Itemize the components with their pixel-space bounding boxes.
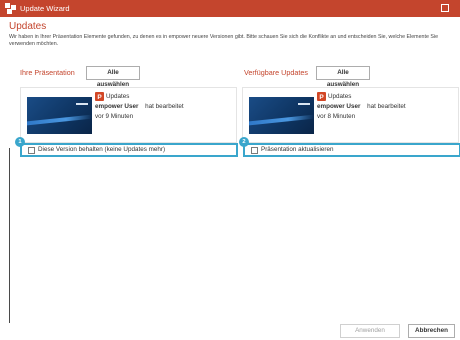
update-presentation-checkbox[interactable] xyxy=(251,147,258,154)
doc-title: Updates xyxy=(106,93,130,100)
left-panel-label: Ihre Präsentation xyxy=(20,68,75,77)
update-presentation-label: Präsentation aktualisieren xyxy=(261,146,334,153)
step-badge-1: 1 xyxy=(15,137,25,147)
doc-title: Updates xyxy=(328,93,352,100)
left-select-all-button[interactable]: Alle auswählen xyxy=(86,66,140,88)
edit-info: empower User hat bearbeitet xyxy=(317,102,406,111)
powerpoint-file-icon: P xyxy=(95,92,104,101)
slide-thumbnail xyxy=(27,97,92,134)
left-version-card[interactable]: P Updates empower User hat bearbeitet vo… xyxy=(20,87,237,143)
page-description: Wir haben in Ihrer Präsentation Elemente… xyxy=(9,34,439,47)
powerpoint-file-icon: P xyxy=(317,92,326,101)
edit-action: hat bearbeitet xyxy=(367,103,406,110)
right-select-all-button[interactable]: Alle auswählen xyxy=(316,66,370,88)
right-version-card[interactable]: P Updates empower User hat bearbeitet vo… xyxy=(242,87,459,143)
step-badge-2: 2 xyxy=(239,137,249,147)
page-title: Updates xyxy=(9,21,47,32)
user-name: empower User xyxy=(95,103,139,110)
edit-info: empower User hat bearbeitet xyxy=(95,102,184,111)
svg-text:P: P xyxy=(97,94,102,101)
right-panel-label: Verfügbare Updates xyxy=(244,68,308,77)
apply-button[interactable]: Anwenden xyxy=(340,324,400,338)
window-title: Update Wizard xyxy=(20,4,70,13)
slide-thumbnail xyxy=(249,97,314,134)
maximize-icon[interactable] xyxy=(441,4,449,12)
keep-version-label: Diese Version behalten (keine Updates me… xyxy=(38,146,166,153)
svg-text:P: P xyxy=(319,94,324,101)
update-presentation-option[interactable]: Präsentation aktualisieren xyxy=(243,143,460,157)
title-bar: Update Wizard xyxy=(0,0,460,17)
edit-action: hat bearbeitet xyxy=(145,103,184,110)
empower-logo-icon xyxy=(5,3,16,14)
keep-version-option[interactable]: Diese Version behalten (keine Updates me… xyxy=(20,143,238,157)
user-name: empower User xyxy=(317,103,361,110)
panel-border xyxy=(9,148,10,323)
edit-time: vor 9 Minuten xyxy=(95,113,134,120)
edit-time: vor 8 Minuten xyxy=(317,113,356,120)
cancel-button[interactable]: Abbrechen xyxy=(408,324,455,338)
keep-version-checkbox[interactable] xyxy=(28,147,35,154)
